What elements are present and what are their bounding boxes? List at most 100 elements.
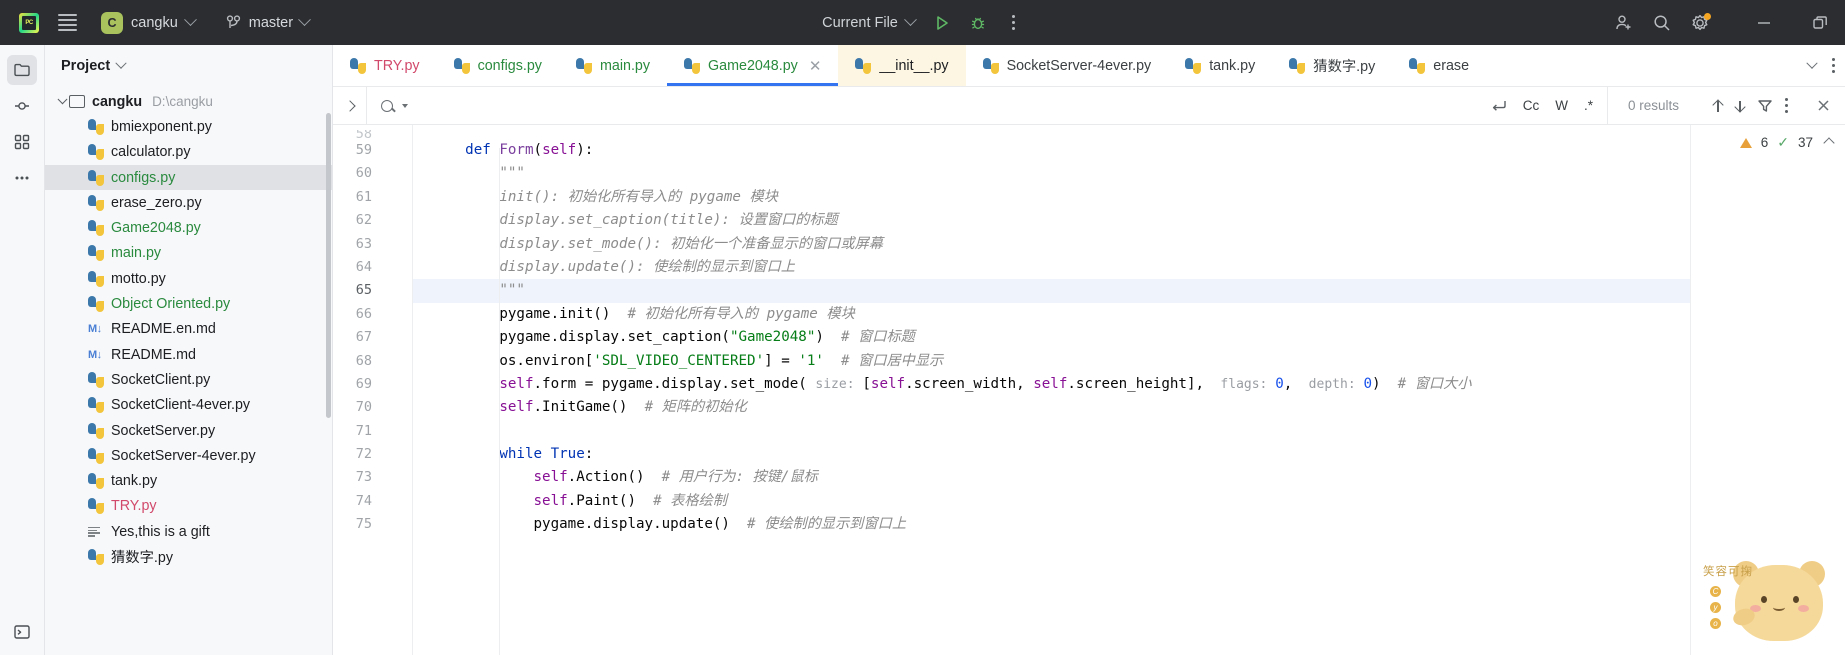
tree-file-item[interactable]: SocketServer-4ever.py [45, 443, 332, 468]
title-bar-left: PC C cangku master [0, 4, 318, 42]
code-token: pygame.init() [431, 305, 628, 322]
code-line[interactable]: self.InitGame() # 矩阵的初始化 [413, 396, 1845, 419]
code-content[interactable]: def Form(self): """ init(): 初始化所有导入的 pyg… [413, 125, 1845, 655]
words-toggle[interactable]: W [1555, 98, 1568, 113]
tree-file-item[interactable]: tank.py [45, 468, 332, 493]
project-scrollbar[interactable] [326, 113, 331, 418]
sidebar-item-more-tools[interactable] [7, 163, 37, 193]
sidebar-item-project[interactable] [7, 55, 37, 85]
code-token: ) [815, 329, 842, 346]
tree-file-item[interactable]: Game2048.py [45, 215, 332, 240]
code-line[interactable]: display.set_caption(title): 设置窗口的标题 [413, 209, 1845, 232]
project-panel-title: Project [61, 58, 111, 74]
sidebar-item-structure[interactable] [7, 127, 37, 157]
code-line[interactable]: os.environ['SDL_VIDEO_CENTERED'] = '1' #… [413, 350, 1845, 373]
tree-file-item[interactable]: configs.py [45, 164, 332, 191]
inspection-summary[interactable]: 6 ✓ 37 [1691, 125, 1845, 151]
tree-file-item[interactable]: SocketClient-4ever.py [45, 393, 332, 418]
tree-file-item[interactable]: erase_zero.py [45, 190, 332, 215]
editor-tab-label: __init__.py [879, 57, 949, 74]
tree-file-item[interactable]: TRY.py [45, 494, 332, 519]
fold-gutter[interactable] [383, 125, 413, 655]
tree-root-cangku[interactable]: cangku D:\cangku [45, 89, 332, 114]
code-line[interactable]: def Form(self): [413, 139, 1845, 162]
code-line[interactable]: while True: [413, 443, 1845, 466]
find-expand-button[interactable] [333, 87, 367, 124]
sidebar-item-commit[interactable] [7, 91, 37, 121]
editor-tab[interactable]: SocketServer-4ever.py [966, 45, 1169, 86]
code-line[interactable]: """ [413, 279, 1845, 303]
more-vertical-icon[interactable] [1785, 98, 1788, 113]
code-line[interactable]: pygame.init() # 初始化所有导入的 pygame 模块 [413, 303, 1845, 326]
editor-tab[interactable]: erase [1392, 45, 1486, 86]
tree-file-item[interactable]: M↓ README.en.md [45, 317, 332, 342]
project-selector[interactable]: C cangku [92, 7, 204, 39]
more-vertical-icon[interactable] [1832, 58, 1835, 73]
tree-file-item[interactable]: SocketServer.py [45, 418, 332, 443]
tree-file-item[interactable]: motto.py [45, 266, 332, 291]
editor-tab[interactable]: Game2048.py ✕ [667, 45, 839, 86]
new-line-icon[interactable] [1490, 99, 1507, 113]
expand-arrow-icon[interactable] [55, 94, 69, 105]
editor-tab[interactable]: __init__.py [838, 45, 966, 86]
code-line[interactable]: display.set_mode(): 初始化一个准备显示的窗口或屏幕 [413, 233, 1845, 256]
arrow-down-icon[interactable] [1735, 100, 1745, 112]
match-case-toggle[interactable]: Cc [1523, 98, 1540, 113]
project-panel-header[interactable]: Project [45, 45, 332, 87]
settings-button[interactable] [1683, 7, 1717, 39]
find-input[interactable] [417, 97, 1462, 114]
line-number: 70 [355, 399, 372, 416]
code-token: .InitGame() [533, 399, 645, 416]
code-line[interactable]: pygame.display.update() # 使绘制的显示到窗口上 [413, 513, 1845, 536]
editor-tab[interactable]: main.py [559, 45, 667, 86]
chevron-down-icon[interactable] [115, 57, 127, 69]
code-line[interactable] [413, 420, 1845, 443]
tree-file-item[interactable]: M↓ README.md [45, 342, 332, 367]
search-button[interactable] [1645, 7, 1679, 39]
find-input-wrap[interactable] [367, 97, 1476, 114]
tree-file-item[interactable]: Yes,this is a gift [45, 519, 332, 544]
code-line[interactable]: init(): 初始化所有导入的 pygame 模块 [413, 186, 1845, 209]
code-line[interactable]: """ [413, 162, 1845, 185]
git-branch-selector[interactable]: master [216, 9, 318, 36]
tree-file-item[interactable]: calculator.py [45, 140, 332, 165]
run-button[interactable] [925, 7, 959, 39]
line-number: 61 [355, 188, 372, 205]
editor-tab[interactable]: 猜数字.py [1272, 45, 1392, 86]
code-line[interactable]: pygame.display.set_caption("Game2048") #… [413, 326, 1845, 349]
close-tab-icon[interactable]: ✕ [809, 57, 822, 75]
restore-button[interactable] [1803, 7, 1837, 39]
chevron-down-icon[interactable] [1806, 57, 1818, 69]
tree-file-item[interactable]: main.py [45, 241, 332, 266]
minimize-button[interactable] [1747, 7, 1781, 39]
find-close-button[interactable] [1802, 98, 1845, 113]
code-editor[interactable]: 58 59 60 61 62 63 64 65 66 67 68 69 70 71 72 73 74 75 def… [333, 125, 1845, 655]
tree-file-item[interactable]: SocketClient.py [45, 367, 332, 392]
add-user-button[interactable] [1607, 7, 1641, 39]
tree-file-item[interactable]: Object Oriented.py [45, 291, 332, 316]
sidebar-item-terminal[interactable] [7, 617, 37, 647]
search-history-caret-icon[interactable] [402, 103, 408, 108]
debug-button[interactable] [961, 7, 995, 39]
filter-icon[interactable] [1757, 98, 1773, 114]
code-line[interactable]: self.form = pygame.display.set_mode( siz… [413, 373, 1845, 396]
python-file-icon [1409, 57, 1426, 74]
code-line[interactable]: self.Action() # 用户行为: 按键/鼠标 [413, 466, 1845, 489]
editor-tab[interactable]: configs.py [437, 45, 559, 86]
python-file-icon [575, 57, 592, 74]
tree-file-item[interactable]: bmiexponent.py [45, 114, 332, 139]
code-line[interactable]: display.update(): 使绘制的显示到窗口上 [413, 256, 1845, 279]
code-token-doc: """ [499, 282, 525, 299]
editor-tab[interactable]: TRY.py [333, 45, 437, 86]
code-token-par: self [1033, 375, 1068, 392]
regex-toggle[interactable]: .* [1584, 98, 1593, 113]
chevron-up-icon[interactable] [1823, 136, 1835, 149]
run-more-button[interactable] [997, 7, 1031, 39]
run-configuration-selector[interactable]: Current File [814, 10, 923, 36]
arrow-up-icon[interactable] [1713, 100, 1723, 112]
python-file-icon [88, 169, 104, 186]
code-line[interactable]: self.Paint() # 表格绘制 [413, 490, 1845, 513]
hamburger-menu-icon[interactable] [48, 4, 86, 42]
editor-tab[interactable]: tank.py [1168, 45, 1272, 86]
tree-file-item[interactable]: 猜数字.py [45, 544, 332, 569]
